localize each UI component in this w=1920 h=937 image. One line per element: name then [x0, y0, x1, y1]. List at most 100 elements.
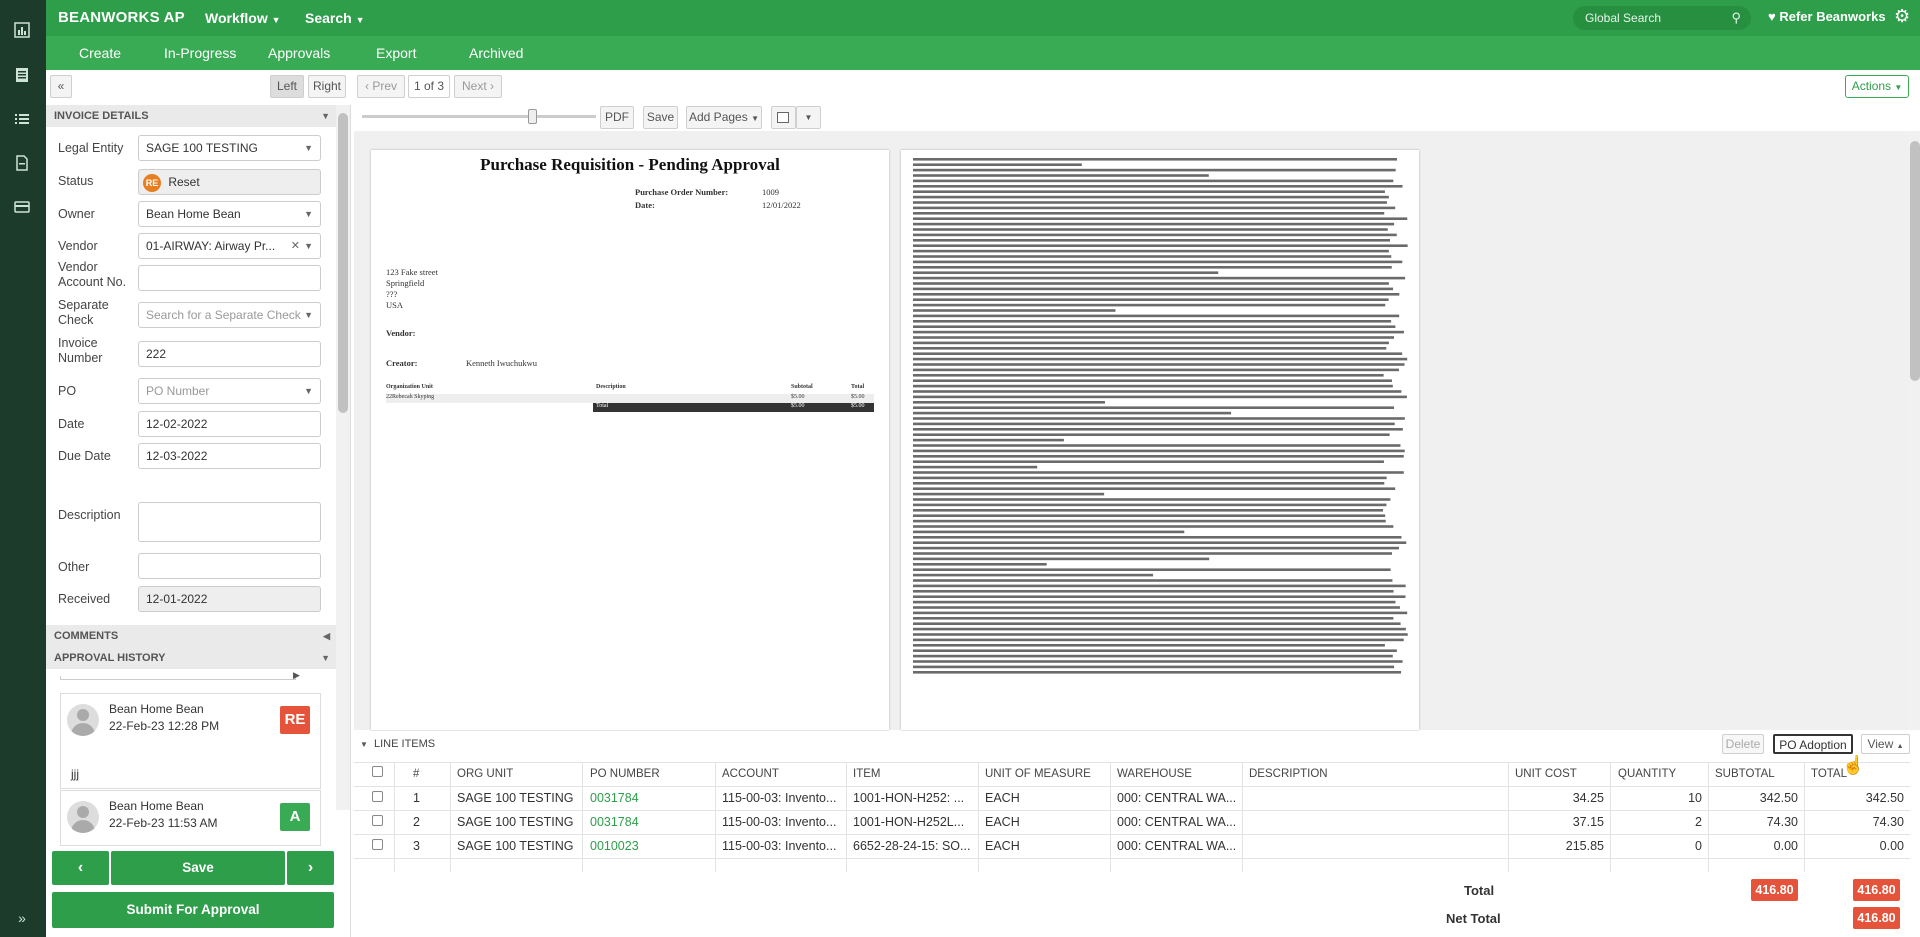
history-scroll-right-icon[interactable]: ▶ [293, 670, 300, 681]
cell-warehouse[interactable]: 000: CENTRAL WA... [1117, 791, 1236, 805]
nav-approvals[interactable]: Approvals [268, 45, 330, 61]
cell-po-number-link[interactable]: 0031784 [590, 815, 639, 829]
file-icon[interactable] [11, 155, 33, 177]
col-description[interactable]: DESCRIPTION [1249, 768, 1328, 780]
collapse-panel-button[interactable]: « [50, 75, 72, 98]
other-input[interactable] [138, 553, 321, 579]
prev-button[interactable]: ‹ Prev [357, 75, 405, 98]
approval-history-header[interactable]: APPROVAL HISTORY ▼ [46, 647, 336, 669]
description-textarea[interactable] [138, 502, 321, 542]
layout-left-button[interactable]: Left [270, 75, 304, 98]
cell-po-number-link[interactable]: 0031784 [590, 791, 639, 805]
next-invoice-button[interactable]: › [287, 851, 334, 885]
invoice-number-label: Invoice Number [58, 336, 103, 365]
invoice-details-header[interactable]: INVOICE DETAILS ▼ [46, 105, 336, 127]
prev-invoice-button[interactable]: ‹ [52, 851, 109, 885]
zoom-slider-track[interactable] [362, 115, 596, 118]
submit-for-approval-button[interactable]: Submit For Approval [52, 892, 334, 928]
cell-org-unit[interactable]: SAGE 100 TESTING [457, 839, 573, 853]
add-pages-button[interactable]: Add Pages ▼ [686, 106, 762, 129]
col-account[interactable]: ACCOUNT [722, 768, 779, 780]
owner-select[interactable]: Bean Home Bean ▼ [138, 201, 321, 227]
cell-uom[interactable]: EACH [985, 815, 1020, 829]
left-panel-scrollbar[interactable] [336, 105, 350, 810]
clear-vendor-icon[interactable]: ✕ [291, 234, 300, 258]
history-scrollbar[interactable] [60, 676, 296, 680]
expand-rail-icon[interactable]: » [11, 907, 33, 929]
document-scrollbar[interactable] [1908, 131, 1920, 730]
row-checkbox[interactable] [372, 815, 383, 826]
col-org-unit[interactable]: ORG UNIT [457, 768, 513, 780]
cell-org-unit[interactable]: SAGE 100 TESTING [457, 815, 573, 829]
refer-link[interactable]: ♥ Refer Beanworks [1768, 9, 1886, 24]
pdf-button[interactable]: PDF [600, 106, 634, 129]
doc-save-button[interactable]: Save [643, 106, 678, 129]
col-unit-of-measure[interactable]: UNIT OF MEASURE [985, 768, 1091, 780]
nav-export[interactable]: Export [376, 45, 416, 61]
save-button[interactable]: Save [111, 851, 285, 885]
delete-button[interactable]: Delete [1722, 734, 1764, 754]
actions-button[interactable]: Actions ▼ [1845, 75, 1909, 98]
select-all-checkbox[interactable] [372, 766, 383, 777]
layout-right-button[interactable]: Right [308, 75, 346, 98]
reports-icon[interactable] [11, 22, 33, 44]
cell-account[interactable]: 115-00-03: Invento... [722, 815, 836, 829]
cell-quantity[interactable]: 10 [1610, 791, 1702, 805]
zoom-slider-handle[interactable] [528, 109, 537, 124]
cell-unit-cost[interactable]: 34.25 [1508, 791, 1604, 805]
col-item[interactable]: ITEM [853, 768, 880, 780]
select-checkbox-button[interactable] [771, 106, 796, 129]
row-checkbox[interactable] [372, 791, 383, 802]
po-select[interactable]: PO Number ▼ [138, 378, 321, 404]
legal-entity-select[interactable]: SAGE 100 TESTING ▼ [138, 135, 321, 161]
cell-quantity[interactable]: 2 [1610, 815, 1702, 829]
po-adoption-button[interactable]: PO Adoption [1773, 734, 1853, 754]
search-menu[interactable]: Search ▼ [305, 10, 365, 26]
cell-item[interactable]: 1001-HON-H252L... [853, 815, 964, 829]
card-icon[interactable] [11, 199, 33, 221]
cell-item[interactable]: 1001-HON-H252: ... [853, 791, 964, 805]
vendor-select[interactable]: 01-AIRWAY: Airway Pr... ✕ ▼ [138, 233, 321, 259]
view-button[interactable]: View ▲ [1861, 734, 1910, 754]
cell-warehouse[interactable]: 000: CENTRAL WA... [1117, 839, 1236, 853]
document-page-1[interactable]: Purchase Requisition - Pending Approval … [371, 150, 889, 730]
cell-unit-cost[interactable]: 215.85 [1508, 839, 1604, 853]
cell-org-unit[interactable]: SAGE 100 TESTING [457, 791, 573, 805]
received-field: 12-01-2022 [138, 586, 321, 612]
document-page-2[interactable] [901, 150, 1419, 730]
list-icon[interactable] [11, 111, 33, 133]
cell-po-number-link[interactable]: 0010023 [590, 839, 639, 853]
workflow-menu[interactable]: Workflow ▼ [205, 10, 281, 26]
invoice-number-input[interactable]: 222 [138, 341, 321, 367]
search-icon: ⚲ [1731, 10, 1741, 25]
select-dropdown-button[interactable]: ▼ [796, 106, 821, 129]
cell-item[interactable]: 6652-28-24-15: SO... [853, 839, 970, 853]
gear-icon[interactable]: ⚙ [1894, 6, 1910, 27]
col-quantity[interactable]: QUANTITY [1618, 768, 1676, 780]
cell-account[interactable]: 115-00-03: Invento... [722, 839, 836, 853]
brand-logo[interactable]: BEANWORKS AP [58, 9, 185, 26]
cell-uom[interactable]: EACH [985, 839, 1020, 853]
nav-archived[interactable]: Archived [469, 45, 523, 61]
next-button[interactable]: Next › [454, 75, 502, 98]
document-icon[interactable] [11, 67, 33, 89]
cell-warehouse[interactable]: 000: CENTRAL WA... [1117, 815, 1236, 829]
row-checkbox[interactable] [372, 839, 383, 850]
collapse-line-items-icon[interactable]: ▼ [360, 740, 368, 749]
cell-uom[interactable]: EACH [985, 791, 1020, 805]
nav-in-progress[interactable]: In-Progress [164, 45, 236, 61]
cell-account[interactable]: 115-00-03: Invento... [722, 791, 836, 805]
due-date-input[interactable]: 12-03-2022 [138, 443, 321, 469]
nav-create[interactable]: Create [79, 45, 121, 61]
separate-check-select[interactable]: Search for a Separate Check ▼ [138, 302, 321, 328]
comments-header[interactable]: COMMENTS ◀ [46, 625, 336, 647]
cell-unit-cost[interactable]: 37.15 [1508, 815, 1604, 829]
date-input[interactable]: 12-02-2022 [138, 411, 321, 437]
col-warehouse[interactable]: WAREHOUSE [1117, 768, 1192, 780]
col-subtotal[interactable]: SUBTOTAL [1715, 768, 1775, 780]
col-unit-cost[interactable]: UNIT COST [1515, 768, 1577, 780]
cell-quantity[interactable]: 0 [1610, 839, 1702, 853]
global-search-input[interactable]: Global Search ⚲ [1573, 6, 1751, 30]
col-po-number[interactable]: PO NUMBER [590, 768, 660, 780]
vendor-account-input[interactable] [138, 265, 321, 291]
